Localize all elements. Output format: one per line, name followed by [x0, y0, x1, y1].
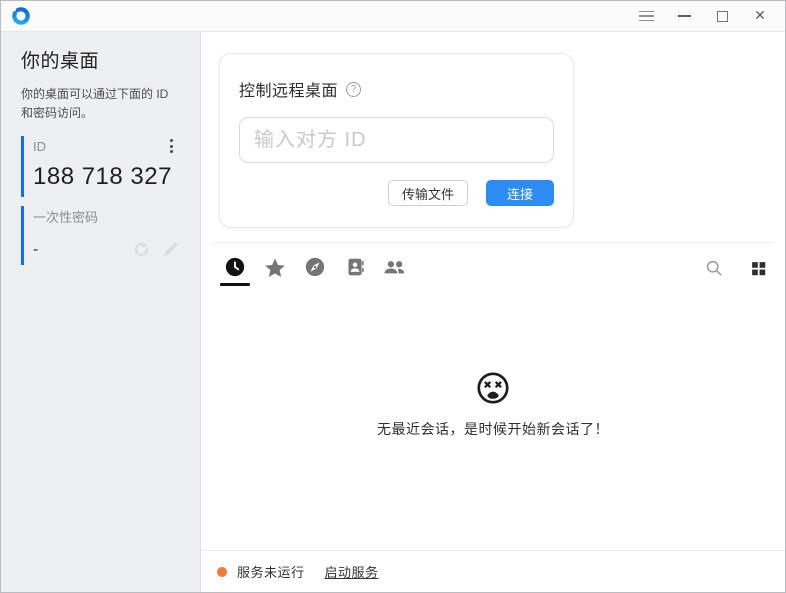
star-icon [265, 258, 285, 277]
compass-icon [305, 257, 325, 277]
dead-face-icon [477, 371, 509, 404]
pencil-icon[interactable] [161, 240, 180, 259]
sidebar-title: 你的桌面 [21, 51, 100, 72]
sidebar: 你的桌面 你的桌面可以通过下面的 ID 和密码访问。 ID 188 718 32… [1, 32, 201, 592]
card-title: 控制远程桌面 [239, 83, 339, 100]
grid-view-icon[interactable] [750, 260, 767, 277]
maximize-glyph [716, 10, 728, 22]
device-id-value: 188 718 327 [33, 163, 172, 191]
remote-id-input[interactable] [239, 117, 554, 163]
tab-group[interactable] [382, 256, 408, 286]
control-remote-card: 控制远程桌面 ? 传输文件 连接 [219, 53, 574, 228]
search-icon[interactable] [704, 258, 724, 278]
tab-recent-sessions[interactable] [220, 256, 250, 286]
refresh-icon[interactable] [132, 240, 151, 259]
session-tabstrip [201, 243, 785, 288]
connect-button[interactable]: 连接 [486, 180, 554, 206]
vertical-dots-icon[interactable] [162, 137, 180, 155]
app-window: ✕ 你的桌面 你的桌面可以通过下面的 ID 和密码访问。 ID 188 718 … [0, 0, 786, 593]
menu-glyph [638, 10, 654, 22]
tab-underline [300, 283, 330, 286]
clock-icon [225, 257, 245, 277]
tab-underline [340, 283, 370, 286]
close-icon[interactable]: ✕ [747, 4, 773, 28]
id-section: ID 188 718 327 [21, 136, 180, 198]
id-label: ID [33, 138, 46, 154]
password-section: 一次性密码 - [21, 206, 180, 266]
password-value: - [33, 240, 39, 258]
window-controls: ✕ [633, 4, 773, 28]
title-bar: ✕ [1, 1, 785, 32]
active-tab-underline [220, 283, 250, 286]
main-panel: 控制远程桌面 ? 传输文件 连接 [201, 32, 785, 592]
tab-favorites[interactable] [262, 256, 288, 288]
sidebar-description: 你的桌面可以通过下面的 ID 和密码访问。 [21, 87, 169, 120]
tab-address-book[interactable] [342, 256, 368, 286]
start-service-link[interactable]: 启动服务 [325, 562, 379, 581]
minimize-icon[interactable] [671, 4, 697, 28]
tab-discovered[interactable] [302, 256, 328, 286]
minimize-glyph [677, 15, 691, 17]
rustdesk-logo-icon [12, 7, 30, 25]
empty-state-message: 无最近会话，是时候开始新会话了！ [377, 420, 609, 437]
password-label: 一次性密码 [33, 210, 99, 226]
service-status-text: 服务未运行 [237, 565, 305, 580]
maximize-icon[interactable] [709, 4, 735, 28]
transfer-file-button[interactable]: 传输文件 [387, 180, 468, 206]
service-status-dot [217, 566, 227, 577]
tab-underline [380, 283, 410, 286]
close-glyph: ✕ [754, 8, 766, 24]
menu-icon[interactable] [633, 4, 659, 28]
help-icon[interactable]: ? [346, 81, 362, 97]
group-icon [384, 261, 405, 274]
empty-state: 无最近会话，是时候开始新会话了！ [201, 288, 785, 550]
status-bar: 服务未运行 启动服务 [201, 550, 785, 592]
address-book-icon [348, 258, 364, 276]
